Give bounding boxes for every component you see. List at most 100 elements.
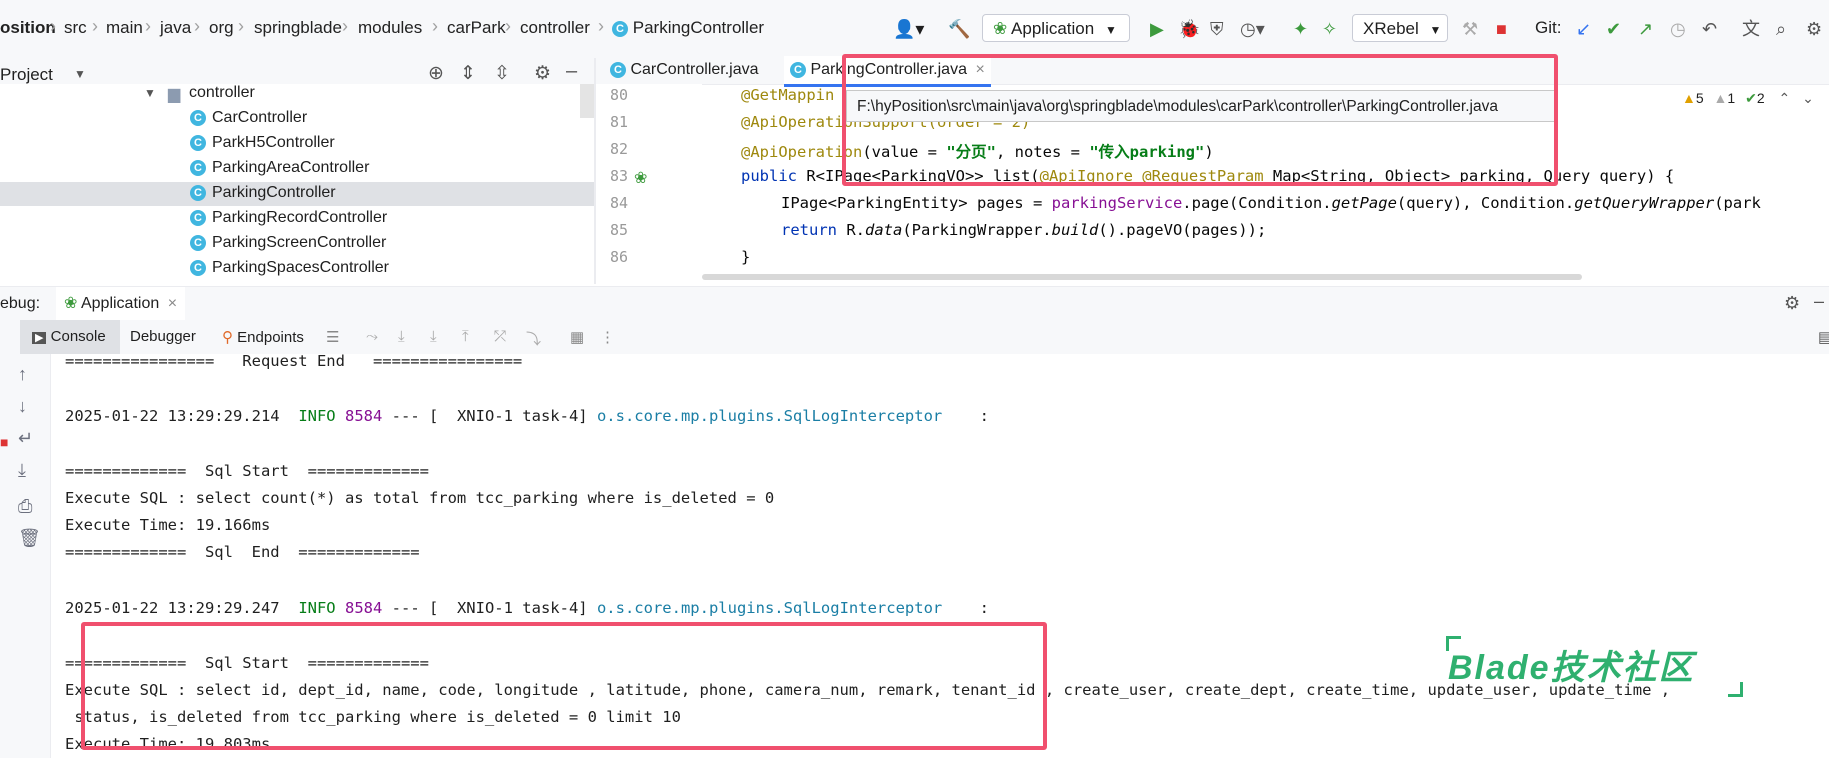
method-token: data <box>865 221 903 239</box>
xrebel-select[interactable]: XRebel ▼ <box>1352 14 1448 42</box>
show-execution-point-icon[interactable]: ⤳ <box>366 328 378 345</box>
close-icon[interactable]: × <box>168 295 177 312</box>
scrollbar-thumb[interactable] <box>580 84 594 118</box>
log-pid: 8584 <box>344 599 383 617</box>
step-over-icon[interactable]: ⤓ <box>398 328 405 345</box>
git-update-icon[interactable]: ↙ <box>1576 18 1591 40</box>
collapse-all-icon[interactable]: ⇳ <box>494 62 510 85</box>
run-config-label: Application <box>1011 19 1095 38</box>
clear-icon[interactable]: 🗑 <box>18 528 41 549</box>
build-hammer-icon[interactable]: 🔨 <box>948 18 970 40</box>
history-icon[interactable]: ◷ <box>1670 18 1686 40</box>
horizontal-scrollbar[interactable] <box>702 274 1582 280</box>
jrebel-run-icon[interactable]: ✦ <box>1293 18 1308 40</box>
tree-item[interactable]: C ParkH5Controller <box>190 134 335 152</box>
drop-frame-icon[interactable]: ⤱ <box>494 328 506 345</box>
tree-item-selected[interactable]: C ParkingController <box>190 184 336 202</box>
code-line[interactable]: @GetMappin <box>741 86 834 104</box>
chevron-down-icon[interactable]: ▼ <box>144 86 156 100</box>
menu-icon[interactable]: ☰ <box>326 328 339 346</box>
trace-icon[interactable]: ⋮ <box>600 328 615 346</box>
tab-endpoints[interactable]: ⚲ Endpoints <box>222 328 304 346</box>
code-line[interactable]: } <box>741 248 750 266</box>
rollback-icon[interactable]: ↶ <box>1702 18 1717 40</box>
spring-icon: ❀ <box>64 295 78 312</box>
search-icon[interactable]: ⌕ <box>1776 18 1786 40</box>
breadcrumb-item[interactable]: controller <box>520 18 590 38</box>
coverage-icon[interactable]: ⛨ <box>1210 18 1224 40</box>
stop-icon[interactable]: ■ <box>1496 18 1507 40</box>
console-line: ============= Sql End ============= <box>65 543 420 561</box>
jrebel-debug-icon[interactable]: ✧ <box>1322 18 1337 40</box>
breadcrumb-item[interactable]: main <box>106 18 143 38</box>
hide-icon[interactable]: – <box>566 60 577 83</box>
layout-icon[interactable]: ▤ <box>1818 328 1829 346</box>
gear-icon[interactable]: ⚙ <box>1784 293 1800 314</box>
breadcrumb-item[interactable]: springblade <box>254 18 342 38</box>
tab-debugger[interactable]: Debugger <box>130 328 196 345</box>
project-title[interactable]: Project <box>0 65 53 85</box>
translate-icon[interactable]: 文 <box>1742 18 1760 40</box>
breadcrumb-item[interactable]: modules <box>358 18 422 38</box>
log-separator: : <box>979 407 989 425</box>
chevron-down-icon[interactable]: ⌄ <box>1802 90 1814 106</box>
run-to-cursor-icon[interactable]: ⤵ <box>526 328 541 349</box>
tree-item[interactable]: C ParkingAreaController <box>190 159 369 177</box>
chevron-down-icon[interactable]: ▼ <box>74 67 86 81</box>
run-config-select[interactable]: ❀ Application ▼ <box>982 14 1130 42</box>
tree-item[interactable]: C ParkingScreenController <box>190 234 386 252</box>
tree-folder-label[interactable]: controller <box>189 84 255 102</box>
user-icon[interactable]: 👤▾ <box>893 18 924 40</box>
profile-icon[interactable]: ◷▾ <box>1240 18 1265 40</box>
git-commit-icon[interactable]: ✔ <box>1606 18 1621 40</box>
scroll-down-icon[interactable]: ↓ <box>18 396 27 417</box>
scroll-to-end-icon[interactable]: ⤓ <box>18 460 26 481</box>
run-icon[interactable]: ▶ <box>1150 18 1164 40</box>
attach-icon[interactable]: ⚒ <box>1462 18 1478 40</box>
gear-icon[interactable]: ⚙ <box>534 62 551 85</box>
breadcrumb-separator: › <box>342 16 348 36</box>
tree-item[interactable]: C CarController <box>190 109 307 127</box>
class-icon: C <box>612 20 628 37</box>
breadcrumb-item-current[interactable]: C ParkingController <box>612 18 764 38</box>
print-icon[interactable]: ⎙ <box>18 496 32 517</box>
debug-icon[interactable]: 🐞 <box>1178 18 1200 40</box>
tab-console[interactable]: ▶ Console <box>32 328 106 345</box>
scroll-up-icon[interactable]: ↑ <box>18 364 27 385</box>
expand-all-icon[interactable]: ⇕ <box>460 62 476 85</box>
evaluate-icon[interactable]: ▦ <box>570 328 584 346</box>
breadcrumb-item[interactable]: osition <box>0 18 56 38</box>
step-out-icon[interactable]: ⤒ <box>462 328 469 345</box>
debug-session-tab[interactable]: ❀ Application × <box>56 287 186 321</box>
class-icon: C <box>790 61 806 78</box>
debug-toolwindow-header: ebug: ❀ Application × ⚙ – <box>0 286 1829 321</box>
chevron-up-icon[interactable]: ⌃ <box>1779 90 1791 106</box>
settings-icon[interactable]: ⚙ <box>1806 18 1822 40</box>
breadcrumb-separator: › <box>505 16 511 36</box>
code-line[interactable]: return R.data(ParkingWrapper.build().pag… <box>781 221 1266 239</box>
soft-wrap-icon[interactable]: ↵ <box>18 428 33 449</box>
ok-count: 2 <box>1756 90 1765 106</box>
breadcrumb-item[interactable]: src <box>64 18 87 38</box>
breadcrumb-separator: › <box>238 16 244 36</box>
breadcrumb-separator: › <box>598 16 604 36</box>
breadcrumb-item[interactable]: org <box>209 18 234 38</box>
breadcrumb-separator: › <box>194 16 200 36</box>
code-line[interactable]: IPage<ParkingEntity> pages = parkingServ… <box>781 194 1761 212</box>
tree-item[interactable]: C ParkingRecordController <box>190 209 387 227</box>
locate-icon[interactable]: ⊕ <box>428 62 444 85</box>
endpoint-gutter-icon[interactable]: ❀ <box>634 168 647 188</box>
tree-item[interactable]: C ParkingSpacesController <box>190 259 389 277</box>
line-number: 80 <box>610 86 629 104</box>
step-into-icon[interactable]: ⤓ <box>430 328 437 345</box>
class-icon: C <box>190 109 206 126</box>
highlight-box-tab-path <box>842 54 1558 186</box>
inspection-widget[interactable]: ▲5 ▲1 ✔2 ⌃ ⌄ <box>1682 90 1814 107</box>
line-number: 84 <box>610 194 629 212</box>
hide-icon[interactable]: – <box>1814 291 1824 312</box>
git-push-icon[interactable]: ↗ <box>1638 18 1653 40</box>
breadcrumb-item[interactable]: java <box>160 18 191 38</box>
breadcrumb-item[interactable]: carPark <box>447 18 506 38</box>
tab-carcontroller[interactable]: C CarController.java <box>604 56 765 84</box>
stop-icon[interactable]: ■ <box>0 434 8 450</box>
